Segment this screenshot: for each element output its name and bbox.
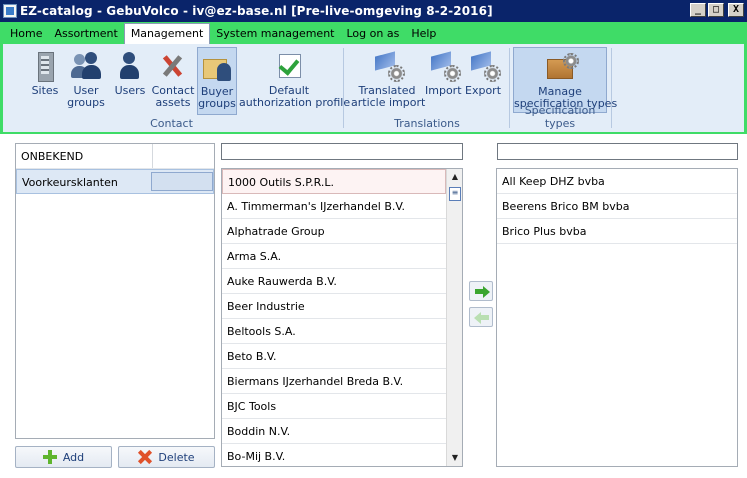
list-item[interactable]: Beto B.V. <box>222 344 446 369</box>
contact-assets-button[interactable]: Contact assets <box>151 47 195 109</box>
menu-assortment[interactable]: Assortment <box>48 24 123 44</box>
list-item[interactable]: BJC Tools <box>222 394 446 419</box>
menu-system-management[interactable]: System management <box>210 24 340 44</box>
assigned-search-input[interactable] <box>497 143 738 160</box>
menu-bar: Home Assortment Management System manage… <box>0 22 747 44</box>
ribbon-group-specification-types: Manage specification types Specification… <box>511 44 617 132</box>
list-item[interactable]: Auke Rauwerda B.V. <box>222 269 446 294</box>
buyer-group-icon <box>201 51 233 83</box>
list-item[interactable]: A. Timmerman's IJzerhandel B.V. <box>222 194 446 219</box>
list-item-selected[interactable]: Voorkeursklanten <box>16 169 214 194</box>
ribbon-group-title-translations: Translations <box>394 117 460 130</box>
import-icon <box>427 50 461 82</box>
ribbon: Sites User groups Users Contact assets B… <box>0 44 747 134</box>
scroll-up-icon[interactable]: ▲ <box>447 170 462 184</box>
plus-icon <box>42 450 57 464</box>
scroll-down-icon[interactable]: ▼ <box>447 451 462 465</box>
building-icon <box>29 50 61 82</box>
list-item[interactable]: Beerens Brico BM bvba <box>497 194 737 219</box>
list-item[interactable]: Beer Industrie <box>222 294 446 319</box>
title-bar: EZ-catalog - GebuVolco - iv@ez-base.nl [… <box>0 0 747 22</box>
box-gear-icon <box>544 51 579 83</box>
window-controls: _ □ X <box>690 3 744 17</box>
ribbon-group-title-contact: Contact <box>150 117 193 130</box>
list-item[interactable]: Brico Plus bvba <box>497 219 737 244</box>
user-group-icon <box>70 50 102 82</box>
delete-button[interactable]: Delete <box>118 446 215 468</box>
available-customers-list: 1000 Outils S.P.R.L. A. Timmerman's IJze… <box>221 168 463 467</box>
menu-help[interactable]: Help <box>405 24 442 44</box>
move-left-button[interactable] <box>469 307 493 327</box>
ribbon-separator <box>611 48 612 128</box>
list-item[interactable]: Beltools S.A. <box>222 319 446 344</box>
ribbon-group-contact: Sites User groups Users Contact assets B… <box>3 44 350 132</box>
list-item[interactable]: Bo-Mij B.V. <box>222 444 446 466</box>
move-right-button[interactable] <box>469 281 493 301</box>
list-item[interactable]: 1000 Outils S.P.R.L. <box>222 169 446 194</box>
arrow-right-icon <box>475 289 483 294</box>
ribbon-separator <box>509 48 510 128</box>
scroll-thumb[interactable]: ≡ <box>449 187 461 201</box>
maximize-button[interactable]: □ <box>708 3 724 17</box>
export-button[interactable]: Export <box>465 47 501 97</box>
tools-icon <box>157 50 189 82</box>
delete-icon <box>138 450 152 464</box>
buyer-groups-list: ONBEKEND Voorkeursklanten <box>15 143 215 439</box>
row-cell[interactable] <box>151 172 213 191</box>
users-button[interactable]: Users <box>111 47 149 97</box>
ribbon-group-title-specification-types: Specification types <box>524 104 596 130</box>
user-groups-button[interactable]: User groups <box>65 47 107 109</box>
list-item[interactable]: Boddin N.V. <box>222 419 446 444</box>
arrow-left-icon <box>481 315 489 320</box>
list-item[interactable]: All Keep DHZ bvba <box>497 169 737 194</box>
users-icon <box>114 50 146 82</box>
list-item[interactable]: Arma S.A. <box>222 244 446 269</box>
checkmark-icon <box>273 50 305 82</box>
sites-button[interactable]: Sites <box>27 47 63 97</box>
close-button[interactable]: X <box>728 3 744 17</box>
assigned-customers-list: All Keep DHZ bvba Beerens Brico BM bvba … <box>496 168 738 467</box>
minimize-button[interactable]: _ <box>690 3 706 17</box>
list-item[interactable]: Biermans IJzerhandel Breda B.V. <box>222 369 446 394</box>
available-search-input[interactable] <box>221 143 463 160</box>
add-button[interactable]: Add <box>15 446 112 468</box>
translate-import-icon <box>371 50 405 82</box>
vertical-scrollbar[interactable]: ▲ ≡ ▼ <box>446 169 462 466</box>
list-item[interactable]: ONBEKEND <box>16 144 214 169</box>
export-icon <box>467 50 501 82</box>
list-item[interactable]: Alphatrade Group <box>222 219 446 244</box>
window-title: EZ-catalog - GebuVolco - iv@ez-base.nl [… <box>20 4 493 18</box>
buyer-groups-button[interactable]: Buyer groups <box>197 47 237 115</box>
import-button[interactable]: Import <box>425 47 462 97</box>
menu-management[interactable]: Management <box>123 23 211 44</box>
menu-home[interactable]: Home <box>4 24 48 44</box>
translated-article-import-button[interactable]: Translated article import <box>351 47 425 109</box>
app-icon <box>3 4 17 18</box>
ribbon-separator <box>343 48 344 128</box>
default-authorization-profile-button[interactable]: Default authorization profile <box>239 47 350 109</box>
menu-log-on-as[interactable]: Log on as <box>340 24 405 44</box>
ribbon-group-translations: Translated article import Import Export … <box>347 44 507 132</box>
